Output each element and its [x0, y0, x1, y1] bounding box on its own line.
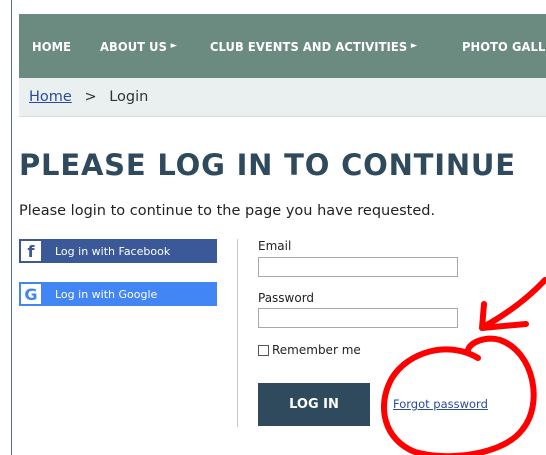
nav-about-us-label: ABOUT US [100, 38, 168, 54]
google-login-button[interactable]: G Log in with Google [19, 282, 217, 306]
breadcrumb-separator: > [84, 89, 97, 105]
nav-home-label: HOME [32, 38, 72, 54]
email-field[interactable] [258, 257, 458, 277]
intro-text: Please login to continue to the page you… [19, 203, 436, 219]
caret-right-icon: ► [411, 41, 418, 51]
breadcrumb: Home > Login [29, 89, 148, 105]
nav-club-events[interactable]: CLUB EVENTS AND ACTIVITIES ► [210, 39, 417, 54]
caret-right-icon: ► [171, 41, 178, 51]
remember-me-row: Remember me [258, 343, 361, 357]
email-label: Email [258, 239, 292, 253]
google-icon: G [21, 284, 41, 304]
facebook-login-label: Log in with Facebook [55, 244, 171, 258]
nav-photo-gallery[interactable]: PHOTO GALLERY ► [462, 39, 546, 54]
forgot-password-link[interactable]: Forgot password [393, 397, 488, 411]
nav-about-us[interactable]: ABOUT US ► [100, 39, 177, 54]
nav-home[interactable]: HOME [32, 39, 71, 54]
vertical-divider [237, 239, 238, 427]
facebook-login-button[interactable]: f Log in with Facebook [19, 239, 217, 263]
breadcrumb-bar: Home > Login [19, 78, 546, 117]
breadcrumb-current: Login [109, 89, 149, 105]
nav-photo-gallery-label: PHOTO GALLERY [461, 38, 546, 54]
breadcrumb-home-link[interactable]: Home [29, 89, 72, 105]
main-navigation: HOME ABOUT US ► CLUB EVENTS AND ACTIVITI… [19, 14, 546, 78]
google-login-label: Log in with Google [55, 287, 158, 301]
page-title: PLEASE LOG IN TO CONTINUE [19, 148, 516, 182]
login-button[interactable]: LOG IN [258, 383, 370, 426]
password-field[interactable] [258, 308, 458, 328]
remember-me-checkbox[interactable] [258, 344, 269, 356]
nav-club-events-label: CLUB EVENTS AND ACTIVITIES [210, 38, 408, 54]
facebook-icon: f [21, 241, 41, 261]
password-label: Password [258, 291, 315, 305]
remember-me-label: Remember me [272, 343, 361, 357]
